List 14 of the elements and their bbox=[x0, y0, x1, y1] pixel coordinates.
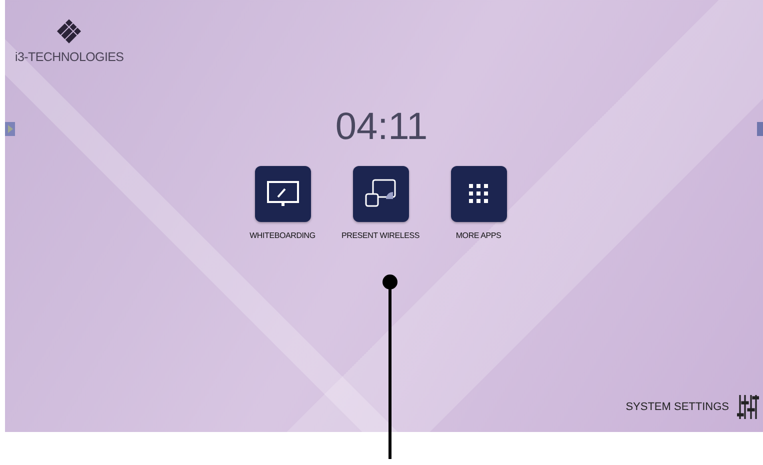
logo-icon bbox=[55, 18, 84, 46]
clock-time: 04:11 bbox=[335, 106, 428, 149]
more-apps-button[interactable] bbox=[450, 166, 506, 222]
screen-share-icon bbox=[364, 179, 396, 209]
present-wireless-button[interactable] bbox=[352, 166, 408, 222]
whiteboard-icon bbox=[266, 181, 298, 207]
app-label: MORE APPS bbox=[456, 231, 502, 240]
app-grid-icon bbox=[468, 184, 488, 204]
app-label: PRESENT WIRELESS bbox=[342, 231, 420, 240]
whiteboarding-button[interactable] bbox=[254, 166, 310, 222]
logo-text: i3-TECHNOLOGIES bbox=[15, 50, 124, 64]
system-settings-label[interactable]: SYSTEM SETTINGS bbox=[626, 401, 729, 413]
settings-sliders-icon[interactable] bbox=[737, 394, 759, 420]
app-label: WHITEBOARDING bbox=[250, 231, 316, 240]
